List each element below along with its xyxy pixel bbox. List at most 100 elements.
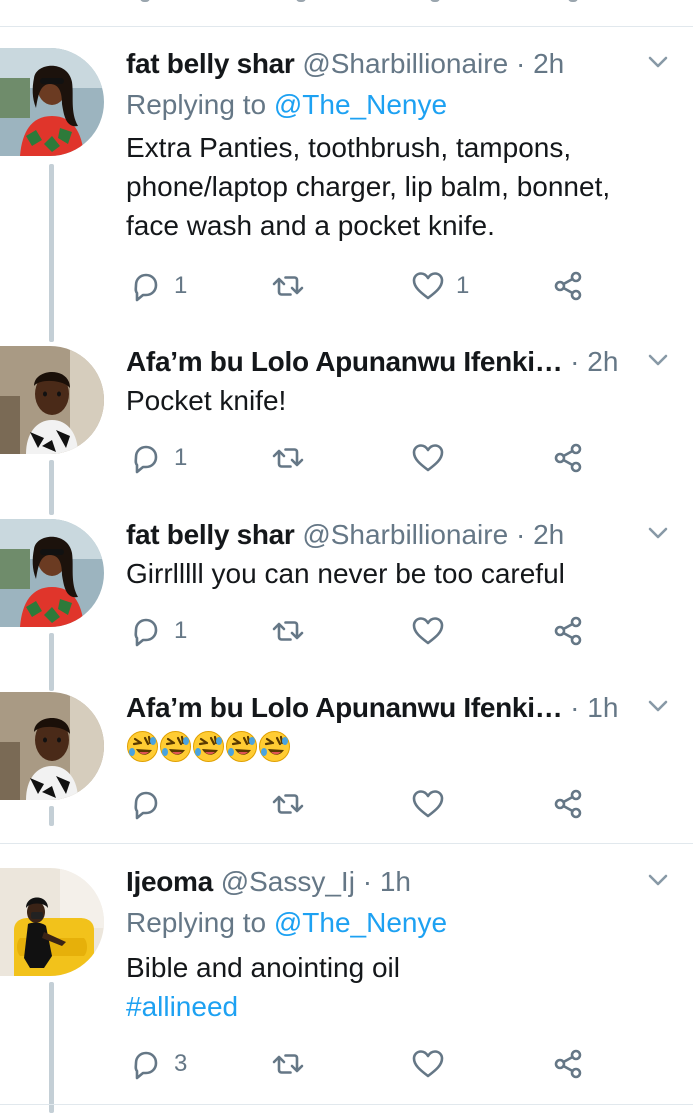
- tweet[interactable]: Afa’m bu Lolo Apunanwu Ifenki… · 2h Pock…: [0, 346, 693, 496]
- heart-icon: [410, 440, 446, 476]
- replying-to-label: Replying to: [126, 907, 267, 938]
- share-button[interactable]: [550, 613, 586, 649]
- separator-dot: ·: [515, 519, 526, 550]
- reply-button[interactable]: 1: [128, 268, 187, 304]
- like-button[interactable]: [410, 613, 446, 649]
- tweet-header: fat belly shar @Sharbillionaire · 2h: [126, 48, 564, 80]
- avatar-image: [0, 868, 104, 976]
- tweet-text-line: Extra Panties, toothbrush, tampons,: [126, 132, 572, 163]
- hashtag-link[interactable]: #allineed: [126, 988, 238, 1026]
- author-handle[interactable]: @Sharbillionaire: [302, 48, 508, 79]
- author-name[interactable]: Afa’m bu Lolo Apunanwu Ifenki…: [126, 346, 563, 377]
- tweet[interactable]: Ijeoma @Sassy_Ij · 1h Replying to @The_N…: [0, 866, 693, 1096]
- heart-icon: [410, 268, 446, 304]
- avatar[interactable]: [0, 692, 104, 800]
- chevron-down-icon[interactable]: [647, 525, 669, 541]
- reply-icon: [128, 268, 164, 304]
- reply-button[interactable]: [128, 786, 164, 822]
- like-button[interactable]: [410, 440, 446, 476]
- rolling-on-floor-laughing-emoji: [159, 730, 192, 763]
- author-handle[interactable]: @Sassy_Ij: [221, 866, 355, 897]
- share-icon: [550, 440, 586, 476]
- avatar-image: [0, 346, 104, 454]
- retweet-button[interactable]: [270, 786, 306, 822]
- avatar-image: [0, 519, 104, 627]
- share-icon: [550, 786, 586, 822]
- reply-count: 1: [174, 617, 188, 644]
- avatar[interactable]: [0, 48, 104, 156]
- reply-button[interactable]: 1: [128, 440, 187, 476]
- rolling-on-floor-laughing-emoji: [126, 730, 159, 763]
- reply-icon: [128, 613, 164, 649]
- share-button[interactable]: [550, 268, 586, 304]
- avatar[interactable]: [0, 519, 104, 627]
- replying-to-handle[interactable]: @The_Nenye: [274, 907, 447, 938]
- share-button[interactable]: [550, 440, 586, 476]
- tweet-text-line: Girrlllll you can never be too careful: [126, 558, 565, 589]
- separator-dot: ·: [362, 866, 373, 897]
- like-button[interactable]: [410, 786, 446, 822]
- separator-dot: ·: [570, 346, 580, 377]
- tweet-text-line: Pocket knife!: [126, 385, 287, 416]
- timestamp[interactable]: 1h: [380, 866, 411, 897]
- author-name[interactable]: Afa’m bu Lolo Apunanwu Ifenki…: [126, 692, 563, 723]
- timestamp[interactable]: 2h: [533, 48, 564, 79]
- tweet-actions: 1: [126, 613, 606, 649]
- tweet[interactable]: fat belly shar @Sharbillionaire · 2h Gir…: [0, 519, 693, 669]
- author-name[interactable]: fat belly shar: [126, 48, 295, 79]
- timestamp[interactable]: 2h: [533, 519, 564, 550]
- retweet-button[interactable]: [270, 440, 306, 476]
- timestamp[interactable]: 2h: [587, 346, 618, 377]
- tweet-text-line: phone/laptop charger, lip balm, bonnet,: [126, 171, 611, 202]
- like-button[interactable]: 1: [410, 268, 469, 304]
- reply-icon: [128, 786, 164, 822]
- replying-to-label: Replying to: [126, 89, 267, 120]
- chevron-down-icon[interactable]: [647, 872, 669, 888]
- reply-icon: [128, 440, 164, 476]
- tweet-header: Afa’m bu Lolo Apunanwu Ifenki… · 1h: [126, 692, 618, 724]
- tweet[interactable]: Afa’m bu Lolo Apunanwu Ifenki… · 1h: [0, 692, 693, 842]
- heart-icon: [410, 1046, 446, 1082]
- retweet-icon: [270, 268, 306, 304]
- tweet-actions: 1: [126, 440, 606, 476]
- divider: [0, 843, 693, 844]
- avatar[interactable]: [0, 346, 104, 454]
- like-button[interactable]: [410, 1046, 446, 1082]
- rolling-on-floor-laughing-emoji: [225, 730, 258, 763]
- reply-button[interactable]: 1: [128, 613, 187, 649]
- tweet-text-line: face wash and a pocket knife.: [126, 210, 495, 241]
- reply-button[interactable]: 3: [128, 1046, 187, 1082]
- divider: [0, 1104, 693, 1105]
- divider: [0, 26, 693, 27]
- tweet-header: Afa’m bu Lolo Apunanwu Ifenki… · 2h: [126, 346, 618, 378]
- replying-to: Replying to @The_Nenye: [126, 904, 447, 942]
- tweet-text-line: Bible and anointing oil: [126, 952, 400, 983]
- rolling-on-floor-laughing-emoji: [258, 730, 291, 763]
- tweet[interactable]: fat belly shar @Sharbillionaire · 2h Rep…: [0, 48, 693, 328]
- replying-to-handle[interactable]: @The_Nenye: [274, 89, 447, 120]
- retweet-button[interactable]: [270, 268, 306, 304]
- share-button[interactable]: [550, 786, 586, 822]
- reply-count: 1: [174, 272, 188, 299]
- avatar-image: [0, 692, 104, 800]
- reply-count: 3: [174, 1050, 188, 1077]
- retweet-icon: [270, 440, 306, 476]
- chevron-down-icon[interactable]: [647, 352, 669, 368]
- tweet-actions: 1 1: [126, 268, 606, 304]
- author-name[interactable]: fat belly shar: [126, 519, 295, 550]
- author-handle[interactable]: @Sharbillionaire: [302, 519, 508, 550]
- emoji-row: [126, 730, 291, 768]
- timestamp[interactable]: 1h: [587, 692, 618, 723]
- separator-dot: ·: [570, 692, 580, 723]
- share-icon: [550, 613, 586, 649]
- tweet-header: Ijeoma @Sassy_Ij · 1h: [126, 866, 411, 898]
- share-button[interactable]: [550, 1046, 586, 1082]
- avatar[interactable]: [0, 868, 104, 976]
- chevron-down-icon[interactable]: [647, 698, 669, 714]
- retweet-button[interactable]: [270, 613, 306, 649]
- previous-tweet-actions-remnant: [0, 0, 693, 6]
- retweet-button[interactable]: [270, 1046, 306, 1082]
- author-name[interactable]: Ijeoma: [126, 866, 213, 897]
- chevron-down-icon[interactable]: [647, 54, 669, 70]
- heart-icon: [410, 786, 446, 822]
